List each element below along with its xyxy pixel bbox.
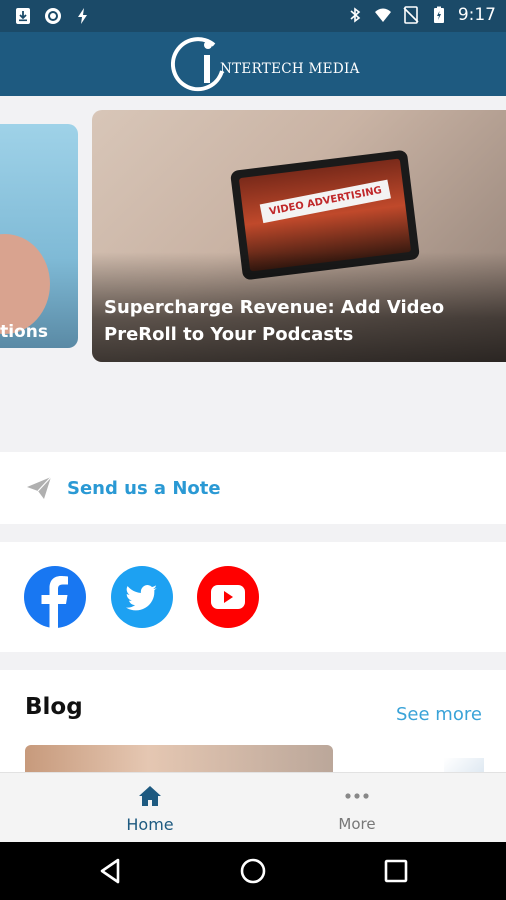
blog-thumbnail[interactable] bbox=[444, 758, 484, 772]
no-sim-icon bbox=[402, 6, 420, 24]
bluetooth-icon bbox=[346, 6, 364, 24]
intertech-media-logo[interactable]: NTERTECH MEDIA bbox=[170, 37, 360, 92]
blog-section: Blog See more bbox=[0, 670, 506, 772]
system-navigation-bar bbox=[0, 842, 506, 900]
more-dots-icon bbox=[345, 785, 369, 807]
download-icon bbox=[14, 7, 32, 25]
app-bar: NTERTECH MEDIA bbox=[0, 32, 506, 96]
card-caption: ctions bbox=[0, 322, 48, 342]
wifi-icon bbox=[374, 6, 392, 24]
recent-apps-icon[interactable] bbox=[381, 856, 411, 886]
back-icon[interactable] bbox=[96, 856, 126, 886]
youtube-button[interactable] bbox=[197, 566, 259, 628]
tab-label: Home bbox=[126, 815, 174, 834]
bottom-navigation: Home More bbox=[0, 772, 506, 843]
social-links bbox=[0, 542, 506, 652]
see-more-link[interactable]: See more bbox=[396, 704, 482, 725]
facebook-button[interactable] bbox=[24, 566, 86, 628]
tab-home[interactable]: Home bbox=[90, 773, 210, 843]
send-note-row[interactable]: Send us a Note bbox=[0, 452, 506, 524]
blog-title: Blog bbox=[25, 694, 83, 720]
tab-label: More bbox=[338, 815, 376, 833]
image-text: VIDEO ADVERTISING bbox=[259, 179, 392, 224]
record-icon bbox=[44, 7, 62, 25]
flash-icon bbox=[74, 7, 92, 25]
carousel-card-current[interactable]: VIDEO ADVERTISING Supercharge Revenue: A… bbox=[92, 110, 506, 362]
blog-thumbnail[interactable] bbox=[25, 745, 333, 772]
paper-plane-icon bbox=[26, 476, 52, 500]
clock: 9:17 bbox=[457, 5, 496, 25]
youtube-icon bbox=[211, 585, 245, 609]
home-icon bbox=[138, 785, 162, 807]
home-circle-icon[interactable] bbox=[238, 856, 268, 886]
tab-more[interactable]: More bbox=[297, 773, 417, 843]
carousel-card-previous[interactable]: ctions bbox=[0, 124, 78, 348]
send-note-label: Send us a Note bbox=[67, 478, 221, 499]
twitter-icon bbox=[126, 585, 157, 611]
card-image bbox=[0, 234, 50, 334]
facebook-icon bbox=[41, 576, 68, 628]
card-caption: Supercharge Revenue: Add Video PreRoll t… bbox=[104, 297, 445, 345]
twitter-button[interactable] bbox=[111, 566, 173, 628]
status-bar: 9:17 bbox=[0, 0, 506, 32]
battery-icon bbox=[430, 6, 448, 24]
brand-name: NTERTECH MEDIA bbox=[220, 61, 360, 77]
featured-carousel[interactable]: ctions VIDEO ADVERTISING Supercharge Rev… bbox=[0, 96, 506, 452]
